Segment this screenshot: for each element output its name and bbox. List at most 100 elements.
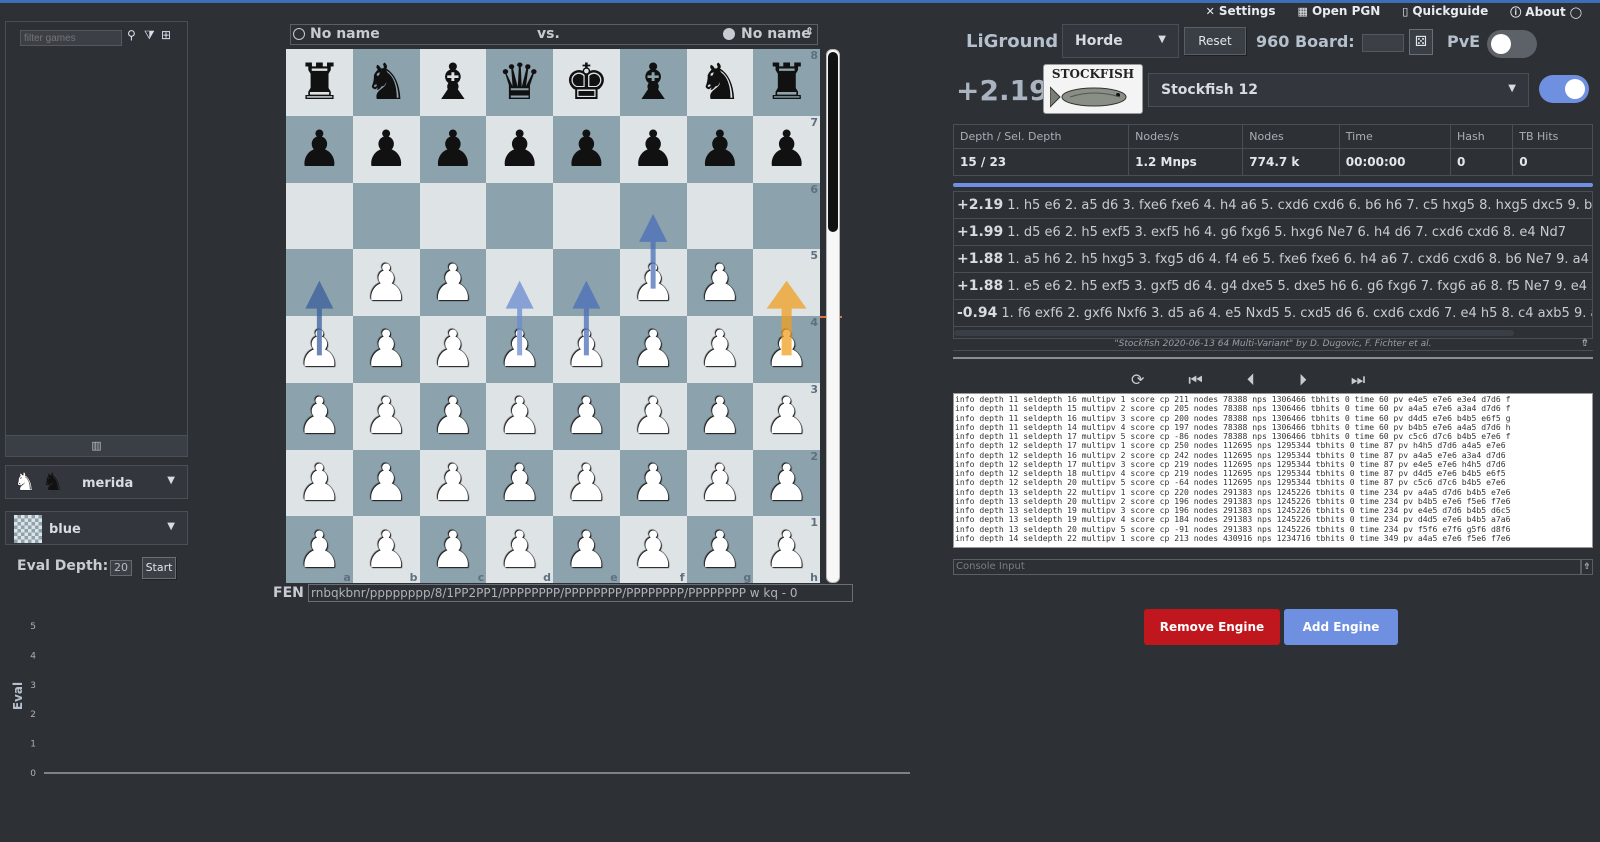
square-b1[interactable]: ♟ b bbox=[352, 516, 420, 583]
black-pawn-piece[interactable]: ♟ bbox=[697, 124, 742, 174]
square-g6[interactable] bbox=[686, 182, 754, 250]
square-e3[interactable]: ♟ bbox=[553, 382, 620, 450]
remove-engine-button[interactable]: Remove Engine bbox=[1144, 609, 1280, 645]
flip-board-icon[interactable]: ⇕ bbox=[805, 25, 814, 38]
square-c6[interactable] bbox=[419, 182, 487, 250]
square-a2[interactable]: ♟ bbox=[286, 449, 353, 517]
black-pawn-piece[interactable]: ♟ bbox=[497, 124, 542, 174]
white-pawn-piece[interactable]: ♟ bbox=[497, 324, 542, 374]
white-pawn-piece[interactable]: ♟ bbox=[697, 458, 742, 508]
black-bishop-piece[interactable]: ♝ bbox=[631, 57, 676, 107]
console-send-icon[interactable]: ⇮ bbox=[1581, 559, 1593, 575]
white-pawn-piece[interactable]: ♟ bbox=[497, 525, 542, 575]
square-a7[interactable]: ♟ bbox=[286, 115, 353, 183]
black-bishop-piece[interactable]: ♝ bbox=[430, 57, 475, 107]
square-e4[interactable]: ♟ bbox=[553, 316, 620, 383]
square-h6[interactable]: 6 bbox=[753, 182, 820, 250]
engine-toggle[interactable] bbox=[1539, 75, 1589, 103]
pv-line[interactable]: +2.19 1. h5 e6 2. a5 d6 3. fxe6 fxe6 4. h… bbox=[954, 192, 1592, 219]
white-pawn-piece[interactable]: ♟ bbox=[430, 324, 475, 374]
square-a3[interactable]: ♟ bbox=[286, 382, 353, 450]
pv-line[interactable]: +1.99 1. d5 e6 2. h5 exf5 3. exf5 h6 4. g… bbox=[954, 219, 1592, 246]
filter-clear-icon[interactable]: ⧩ bbox=[144, 28, 155, 43]
square-f7[interactable]: ♟ bbox=[619, 115, 687, 183]
black-rook-piece[interactable]: ♜ bbox=[764, 57, 809, 107]
white-pawn-piece[interactable]: ♟ bbox=[631, 258, 676, 308]
settings-link[interactable]: ✕ Settings bbox=[1206, 4, 1276, 20]
white-pawn-piece[interactable]: ♟ bbox=[430, 525, 475, 575]
black-knight-piece[interactable]: ♞ bbox=[364, 57, 409, 107]
table-icon[interactable]: ⊞ bbox=[161, 28, 171, 42]
square-f3[interactable]: ♟ bbox=[619, 382, 687, 450]
square-b8[interactable]: ♞ bbox=[352, 49, 420, 116]
square-c8[interactable]: ♝ bbox=[419, 49, 487, 116]
square-d3[interactable]: ♟ bbox=[486, 382, 553, 450]
about-link[interactable]: ⓘ About ◯ bbox=[1510, 4, 1586, 20]
white-pawn-piece[interactable]: ♟ bbox=[764, 391, 809, 441]
quickguide-link[interactable]: ▯ Quickguide bbox=[1402, 4, 1488, 20]
square-h4[interactable]: ♟ 4 bbox=[753, 316, 820, 383]
eval-depth-input[interactable]: 20 bbox=[110, 560, 132, 576]
square-b4[interactable]: ♟ bbox=[352, 316, 420, 383]
white-pawn-piece[interactable]: ♟ bbox=[364, 324, 409, 374]
variant-select[interactable]: Horde ▼ bbox=[1062, 24, 1179, 58]
square-h7[interactable]: ♟ 7 bbox=[753, 115, 820, 183]
square-a6[interactable] bbox=[286, 182, 353, 250]
square-b2[interactable]: ♟ bbox=[352, 449, 420, 517]
square-c4[interactable]: ♟ bbox=[419, 316, 487, 383]
chess-board[interactable]: ♜ ♞ ♝ ♛ ♚ ♝ ♞ ♜ 8 ♟ ♟ ♟ ♟ ♟ ♟ ♟ ♟ 7 6 ♟ ♟ ♟ ♟ 5 ♟ ♟ ♟ ♟ ♟ ♟ ♟ ♟ 4 ♟ ♟ ♟ ♟ ♟ ♟ ♟… bbox=[286, 49, 820, 583]
white-pawn-piece[interactable]: ♟ bbox=[564, 391, 609, 441]
square-e7[interactable]: ♟ bbox=[553, 115, 620, 183]
black-pawn-piece[interactable]: ♟ bbox=[764, 124, 809, 174]
white-pawn-piece[interactable]: ♟ bbox=[697, 391, 742, 441]
black-pawn-piece[interactable]: ♟ bbox=[364, 124, 409, 174]
white-pawn-piece[interactable]: ♟ bbox=[430, 458, 475, 508]
square-e6[interactable] bbox=[553, 182, 620, 250]
pv-line[interactable]: +1.88 1. a5 h6 2. h5 hxg5 3. fxg5 d6 4. f… bbox=[954, 246, 1592, 273]
black-player-name[interactable]: No name bbox=[741, 26, 811, 42]
square-b3[interactable]: ♟ bbox=[352, 382, 420, 450]
square-f2[interactable]: ♟ bbox=[619, 449, 687, 517]
white-player-name[interactable]: No name bbox=[310, 26, 380, 42]
square-e8[interactable]: ♚ bbox=[553, 49, 620, 116]
white-pawn-piece[interactable]: ♟ bbox=[564, 458, 609, 508]
square-f4[interactable]: ♟ bbox=[619, 316, 687, 383]
square-d7[interactable]: ♟ bbox=[486, 115, 553, 183]
black-rook-piece[interactable]: ♜ bbox=[297, 57, 342, 107]
square-h1[interactable]: ♟ 1 h bbox=[753, 516, 820, 583]
white-pawn-piece[interactable]: ♟ bbox=[364, 391, 409, 441]
square-d2[interactable]: ♟ bbox=[486, 449, 553, 517]
black-king-piece[interactable]: ♚ bbox=[564, 57, 609, 107]
square-e2[interactable]: ♟ bbox=[553, 449, 620, 517]
white-pawn-piece[interactable]: ♟ bbox=[497, 458, 542, 508]
pv-line[interactable]: -0.94 1. f6 exf6 2. gxf6 Nxf6 3. d5 a6 4.… bbox=[954, 300, 1592, 327]
white-pawn-piece[interactable]: ♟ bbox=[764, 525, 809, 575]
last-move-icon[interactable]: ⏭ bbox=[1351, 370, 1365, 390]
pv-horizontal-scrollbar[interactable] bbox=[954, 330, 1514, 336]
square-d4[interactable]: ♟ bbox=[486, 316, 553, 383]
pve-toggle[interactable] bbox=[1487, 30, 1537, 58]
engine-select[interactable]: Stockfish 12 ▼ bbox=[1148, 73, 1529, 107]
white-pawn-piece[interactable]: ♟ bbox=[764, 324, 809, 374]
square-e1[interactable]: ♟ e bbox=[553, 516, 620, 583]
square-c2[interactable]: ♟ bbox=[419, 449, 487, 517]
square-g1[interactable]: ♟ g bbox=[686, 516, 754, 583]
square-g3[interactable]: ♟ bbox=[686, 382, 754, 450]
square-f1[interactable]: ♟ f bbox=[619, 516, 687, 583]
engine-console-output[interactable]: info depth 11 seldepth 16 multipv 1 scor… bbox=[953, 393, 1593, 548]
square-h2[interactable]: ♟ 2 bbox=[753, 449, 820, 517]
white-pawn-piece[interactable]: ♟ bbox=[764, 458, 809, 508]
white-pawn-piece[interactable]: ♟ bbox=[297, 324, 342, 374]
white-pawn-piece[interactable]: ♟ bbox=[430, 258, 475, 308]
white-pawn-piece[interactable]: ♟ bbox=[297, 525, 342, 575]
prev-move-icon[interactable]: ⏴ bbox=[1247, 370, 1255, 390]
square-g4[interactable]: ♟ bbox=[686, 316, 754, 383]
rotate-icon[interactable]: ⟳ bbox=[1131, 370, 1144, 390]
white-pawn-piece[interactable]: ♟ bbox=[697, 525, 742, 575]
square-e5[interactable] bbox=[553, 249, 620, 316]
white-pawn-piece[interactable]: ♟ bbox=[564, 525, 609, 575]
open-pgn-link[interactable]: ▦ Open PGN bbox=[1298, 4, 1381, 20]
white-pawn-piece[interactable]: ♟ bbox=[364, 525, 409, 575]
square-a1[interactable]: ♟ a bbox=[286, 516, 353, 583]
square-d6[interactable] bbox=[486, 182, 553, 250]
